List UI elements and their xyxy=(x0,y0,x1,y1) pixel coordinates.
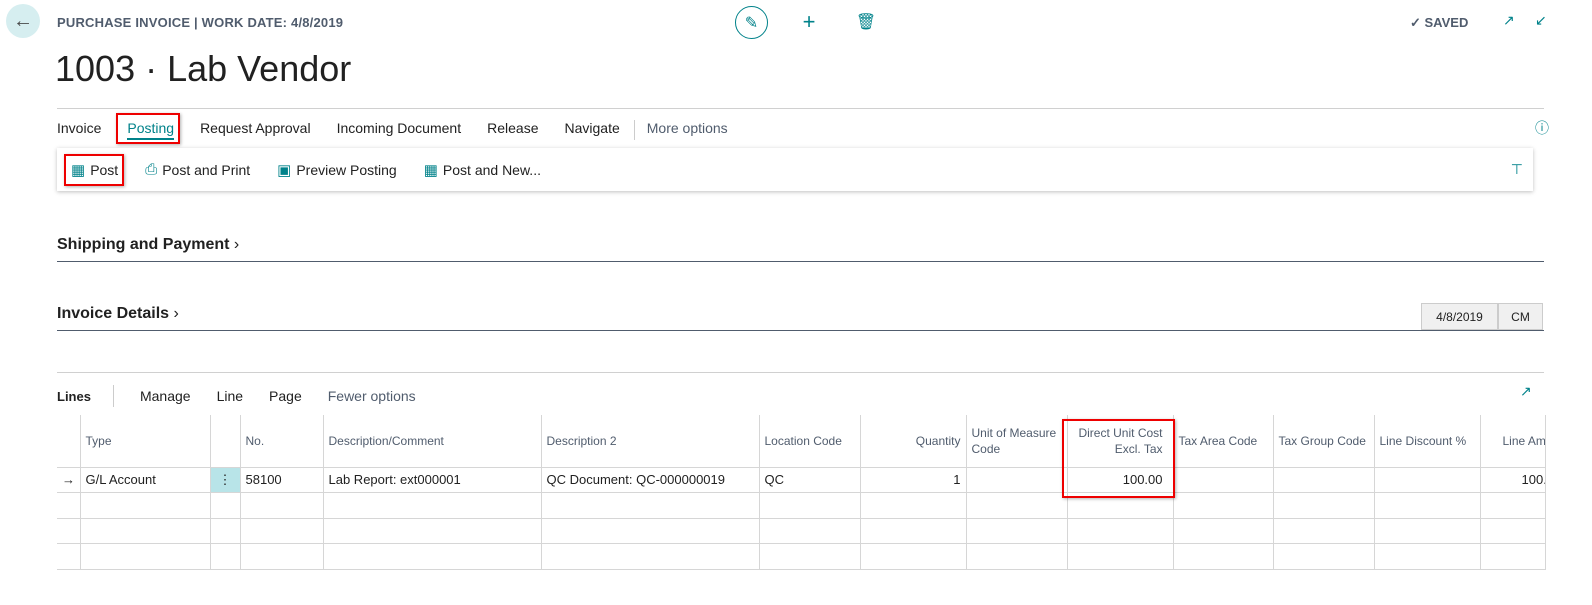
col-uom[interactable]: Unit of Measure Code xyxy=(965,415,1068,468)
chevron-right-icon: › xyxy=(169,305,179,322)
delete-button[interactable]: 🗑 xyxy=(855,8,877,36)
col-description2[interactable]: Description 2 xyxy=(540,415,760,468)
col-menu xyxy=(209,415,241,468)
shipping-title: Shipping and Payment xyxy=(57,236,230,253)
lines-line[interactable]: Line xyxy=(217,388,243,404)
invoice-details-title: Invoice Details xyxy=(57,305,170,322)
col-description[interactable]: Description/Comment xyxy=(322,415,542,468)
row-arrow-icon: → xyxy=(57,466,81,493)
chevron-right-icon: › xyxy=(229,236,240,253)
row-menu-button[interactable]: ⋮ xyxy=(209,466,241,493)
lines-manage[interactable]: Manage xyxy=(140,388,191,404)
col-tax-area[interactable]: Tax Area Code xyxy=(1172,415,1274,468)
cell-description2[interactable]: QC Document: QC-000000019 xyxy=(540,466,760,493)
table-row-empty xyxy=(57,543,1546,570)
cell-description[interactable]: Lab Report: ext000001 xyxy=(322,466,542,493)
expand-icon: ↗ xyxy=(1520,383,1532,399)
section-invoice-details[interactable]: Invoice Details › xyxy=(57,305,179,323)
more-options[interactable]: More options xyxy=(647,120,728,140)
expand-lines-button[interactable]: ↗ xyxy=(1520,383,1532,400)
preview-icon: ▣ xyxy=(277,161,292,179)
col-line-discount[interactable]: Line Discount % xyxy=(1373,415,1481,468)
post-and-new-label: Post and New... xyxy=(442,161,541,178)
preview-posting-label: Preview Posting xyxy=(296,161,397,178)
cell-location[interactable]: QC xyxy=(758,466,861,493)
info-button[interactable]: ⓘ xyxy=(1535,118,1549,138)
new-button[interactable]: + xyxy=(797,8,821,36)
post-and-print-button[interactable]: ⎙ Post and Print xyxy=(145,161,250,178)
lines-fewer-options[interactable]: Fewer options xyxy=(328,388,416,404)
printer-icon: ⎙ xyxy=(145,161,158,178)
col-line-amount[interactable]: Line Amount Excl. xyxy=(1479,415,1546,468)
section-shipping-payment[interactable]: Shipping and Payment › xyxy=(57,236,239,254)
trash-icon: 🗑 xyxy=(855,14,877,31)
posting-actions-bar: ▦ Post ⎙ Post and Print ▣ Preview Posting ▦… xyxy=(57,148,1533,191)
lines-toolbar: Lines Manage Line Page Fewer options xyxy=(57,385,416,407)
cell-uom[interactable] xyxy=(965,466,1068,493)
pin-icon[interactable]: ⊤ xyxy=(1511,161,1523,178)
cell-type[interactable]: G/L Account xyxy=(79,466,211,493)
check-icon: ✓ xyxy=(1410,15,1425,30)
post-and-new-button[interactable]: ▦ Post and New... xyxy=(424,161,541,179)
plus-icon: + xyxy=(802,9,816,34)
collapse-icon: ↙ xyxy=(1535,12,1547,28)
cell-tax-group[interactable] xyxy=(1272,466,1375,493)
preview-posting-button[interactable]: ▣ Preview Posting xyxy=(277,161,397,179)
tab-navigate[interactable]: Navigate xyxy=(564,120,619,140)
saved-status: ✓ SAVED xyxy=(1410,15,1468,31)
post-and-print-label: Post and Print xyxy=(162,161,251,178)
page-caption: PURCHASE INVOICE | WORK DATE: 4/8/2019 xyxy=(57,15,344,30)
saved-label: SAVED xyxy=(1424,15,1469,30)
col-type[interactable]: Type xyxy=(79,415,211,468)
col-select xyxy=(57,415,81,468)
highlight-posting xyxy=(116,113,180,144)
cell-quantity[interactable]: 1 xyxy=(859,466,967,493)
lines-divider xyxy=(112,385,114,407)
highlight-post xyxy=(64,154,124,186)
cm-chip: CM xyxy=(1498,303,1543,330)
cell-line-amount[interactable]: 100.00 xyxy=(1479,466,1546,493)
col-tax-group[interactable]: Tax Group Code xyxy=(1272,415,1375,468)
collapse-button[interactable]: ↙ xyxy=(1535,12,1547,29)
tab-request-approval[interactable]: Request Approval xyxy=(200,120,311,140)
lines-page[interactable]: Page xyxy=(269,388,302,404)
arrow-left-icon: ← xyxy=(13,9,33,32)
cell-tax-area[interactable] xyxy=(1172,466,1274,493)
table-row-empty xyxy=(57,517,1546,544)
col-quantity[interactable]: Quantity xyxy=(859,415,967,468)
highlight-unit-cost xyxy=(1062,419,1175,498)
cell-discount[interactable] xyxy=(1373,466,1481,493)
lines-title: Lines xyxy=(57,388,91,404)
open-new-window-button[interactable]: ↗ xyxy=(1503,12,1515,29)
page-title: 1003 · Lab Vendor xyxy=(55,48,352,89)
tab-invoice[interactable]: Invoice xyxy=(57,120,101,140)
open-window-icon: ↗ xyxy=(1503,12,1515,28)
cell-no[interactable]: 58100 xyxy=(239,466,324,493)
post-new-icon: ▦ xyxy=(423,161,438,179)
back-button[interactable]: ← xyxy=(6,4,40,38)
nav-divider xyxy=(633,120,635,140)
lines-table: Type No. Description/Comment Description… xyxy=(57,415,1546,570)
col-location[interactable]: Location Code xyxy=(758,415,861,468)
edit-button[interactable]: ✎ xyxy=(735,6,768,39)
col-no[interactable]: No. xyxy=(239,415,324,468)
tab-release[interactable]: Release xyxy=(487,120,538,140)
tab-incoming-document[interactable]: Incoming Document xyxy=(337,120,462,140)
info-icon: ⓘ xyxy=(1535,120,1549,136)
table-row: → G/L Account ⋮ 58100 Lab Report: ext000… xyxy=(57,466,1546,493)
table-header: Type No. Description/Comment Description… xyxy=(57,415,1546,468)
date-chip: 4/8/2019 xyxy=(1421,303,1498,330)
table-row-empty xyxy=(57,492,1546,519)
pencil-icon: ✎ xyxy=(744,14,759,32)
